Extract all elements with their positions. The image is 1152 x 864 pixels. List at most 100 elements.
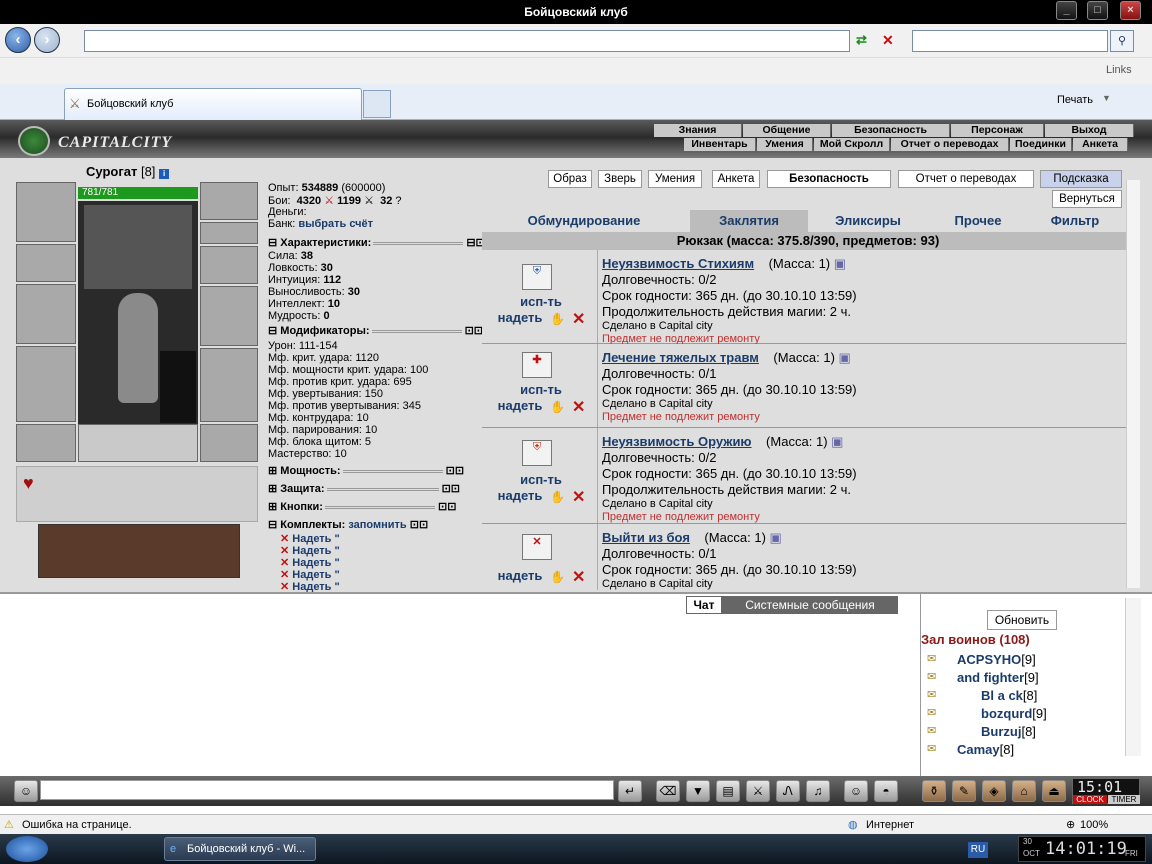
use-link[interactable]: исп-ть	[506, 382, 576, 397]
warning-icon[interactable]: ⚠	[4, 815, 14, 835]
earrings-slot[interactable]	[16, 244, 76, 282]
use-link[interactable]: исп-ть	[506, 294, 576, 309]
inventory-icon[interactable]: ⚱	[922, 780, 946, 802]
helmet-icon[interactable]: ◓	[874, 780, 898, 802]
user-row[interactable]: Bl a ck[8]	[981, 688, 1037, 703]
tab-chat[interactable]: Чат	[686, 596, 722, 614]
image-button[interactable]: Образ	[548, 170, 592, 188]
zoom-icon[interactable]: ⊕	[1066, 815, 1075, 835]
character-name[interactable]: Сурогат [8] i	[86, 164, 170, 179]
search-icon[interactable]: ⚲	[1110, 30, 1134, 52]
user-row[interactable]: bozqurd[9]	[981, 706, 1047, 721]
powers-header[interactable]: ⊞ Мощность: ⊡⊡	[268, 464, 478, 477]
helmet-slot[interactable]	[16, 182, 76, 242]
filter-icon[interactable]: ▼	[686, 780, 710, 802]
menu-communication[interactable]: Общение	[743, 124, 831, 137]
hand-icon[interactable]: ✋	[550, 570, 565, 584]
skills-button[interactable]: Умения	[648, 170, 702, 188]
equip-link[interactable]: надеть	[492, 310, 548, 325]
menu-my-scroll[interactable]: Мой Скролл	[814, 138, 890, 151]
accessory-slots[interactable]	[78, 424, 198, 462]
chat-mode-icon[interactable]: ☺	[14, 780, 38, 802]
equip-link[interactable]: надеть	[492, 488, 548, 503]
refresh-button[interactable]: Обновить	[987, 610, 1057, 630]
back-icon[interactable]: ‹	[5, 27, 31, 53]
hand-icon[interactable]: ✋	[550, 490, 565, 504]
menu-inventory[interactable]: Инвентарь	[684, 138, 756, 151]
music-icon[interactable]: ♫	[806, 780, 830, 802]
hand-icon[interactable]: ✋	[550, 400, 565, 414]
drop-icon[interactable]: ✕	[572, 397, 585, 417]
address-bar[interactable]	[84, 30, 850, 52]
leggings-slot[interactable]	[200, 348, 258, 422]
rings-slot[interactable]	[200, 222, 258, 244]
equip-link[interactable]: надеть	[492, 398, 548, 413]
menu-skills[interactable]: Умения	[757, 138, 813, 151]
menu-transfer-report[interactable]: Отчет о переводах	[891, 138, 1009, 151]
language-indicator[interactable]: RU	[968, 842, 988, 858]
lock-icon[interactable]: ⌂	[1012, 780, 1036, 802]
belt-slot[interactable]	[16, 424, 76, 462]
magic-slots[interactable]	[84, 205, 192, 289]
private-icon[interactable]: ✉	[927, 742, 936, 755]
armor-slot[interactable]	[16, 346, 76, 422]
forward-icon[interactable]: ›	[34, 27, 60, 53]
equip-link[interactable]: надеть	[492, 568, 548, 583]
tab-fight-club[interactable]: ⚔ Бойцовский клуб	[64, 88, 362, 120]
menu-character[interactable]: Персонаж	[951, 124, 1044, 137]
menu-exit[interactable]: Выход	[1045, 124, 1134, 137]
stop-icon[interactable]: ✕	[882, 32, 902, 50]
drop-icon[interactable]: ✕	[572, 567, 585, 587]
transfer-report-button[interactable]: Отчет о переводах	[898, 170, 1034, 188]
menu-security[interactable]: Безопасность	[832, 124, 950, 137]
save-icon[interactable]: ▤	[716, 780, 740, 802]
translit-icon[interactable]: Ꮑ	[776, 780, 800, 802]
pocket-slots[interactable]: ♥	[16, 466, 258, 522]
drop-icon[interactable]: ✕	[572, 309, 585, 329]
hand-icon[interactable]: ✋	[550, 312, 565, 326]
menu-knowledge[interactable]: Знания	[654, 124, 742, 137]
modifiers-header[interactable]: ⊟ Модификаторы: ⊡⊡	[268, 324, 483, 337]
status-error[interactable]: Ошибка на странице.	[22, 815, 132, 835]
search-input[interactable]	[912, 30, 1108, 52]
private-icon[interactable]: ✉	[927, 670, 936, 683]
smiley-icon[interactable]: ☺	[844, 780, 868, 802]
security-button[interactable]: Безопасность	[767, 170, 891, 188]
status-zoom[interactable]: 100%	[1080, 815, 1108, 835]
clear-icon[interactable]: ⌫	[656, 780, 680, 802]
fight-icon[interactable]: ⚔	[746, 780, 770, 802]
back-button[interactable]: Вернуться	[1052, 190, 1122, 208]
spell-belt[interactable]	[38, 524, 240, 578]
inventory-scrollbar[interactable]	[1126, 180, 1140, 588]
sets-header[interactable]: ⊟ Комплекты: запомнить ⊡⊡	[268, 518, 478, 531]
refresh-icon[interactable]: ⇄	[856, 32, 876, 50]
private-icon[interactable]: ✉	[927, 724, 936, 737]
profile-button[interactable]: Анкета	[712, 170, 760, 188]
new-tab-button[interactable]	[363, 90, 391, 118]
drop-icon[interactable]: ✕	[572, 487, 585, 507]
hint-button[interactable]: Подсказка	[1040, 170, 1122, 188]
tab-other[interactable]: Прочее	[938, 210, 1018, 232]
menu-profile[interactable]: Анкета	[1073, 138, 1128, 151]
boots-slot[interactable]	[200, 424, 258, 462]
shield-slot[interactable]	[200, 286, 258, 346]
chat-input[interactable]	[40, 780, 614, 800]
info-icon[interactable]: i	[159, 169, 170, 179]
weapon-slot[interactable]	[16, 284, 76, 344]
remember-link[interactable]: запомнить	[348, 519, 406, 531]
pet-slot[interactable]	[160, 351, 196, 423]
map-icon[interactable]: ◈	[982, 780, 1006, 802]
menu-duels[interactable]: Поединки	[1010, 138, 1072, 151]
user-row[interactable]: and fighter[9]	[957, 670, 1039, 685]
use-link[interactable]: исп-ть	[506, 472, 576, 487]
private-icon[interactable]: ✉	[927, 652, 936, 665]
protection-header[interactable]: ⊞ Защита: ⊡⊡	[268, 482, 478, 495]
beast-button[interactable]: Зверь	[598, 170, 642, 188]
private-icon[interactable]: ✉	[927, 706, 936, 719]
maximize-button[interactable]: □	[1087, 1, 1108, 20]
print-label[interactable]: Печать	[1057, 94, 1093, 106]
close-button[interactable]: ×	[1120, 1, 1141, 20]
gloves-slot[interactable]	[200, 246, 258, 284]
choose-account-link[interactable]: выбрать счёт	[298, 218, 373, 230]
amulet-slot[interactable]	[200, 182, 258, 220]
